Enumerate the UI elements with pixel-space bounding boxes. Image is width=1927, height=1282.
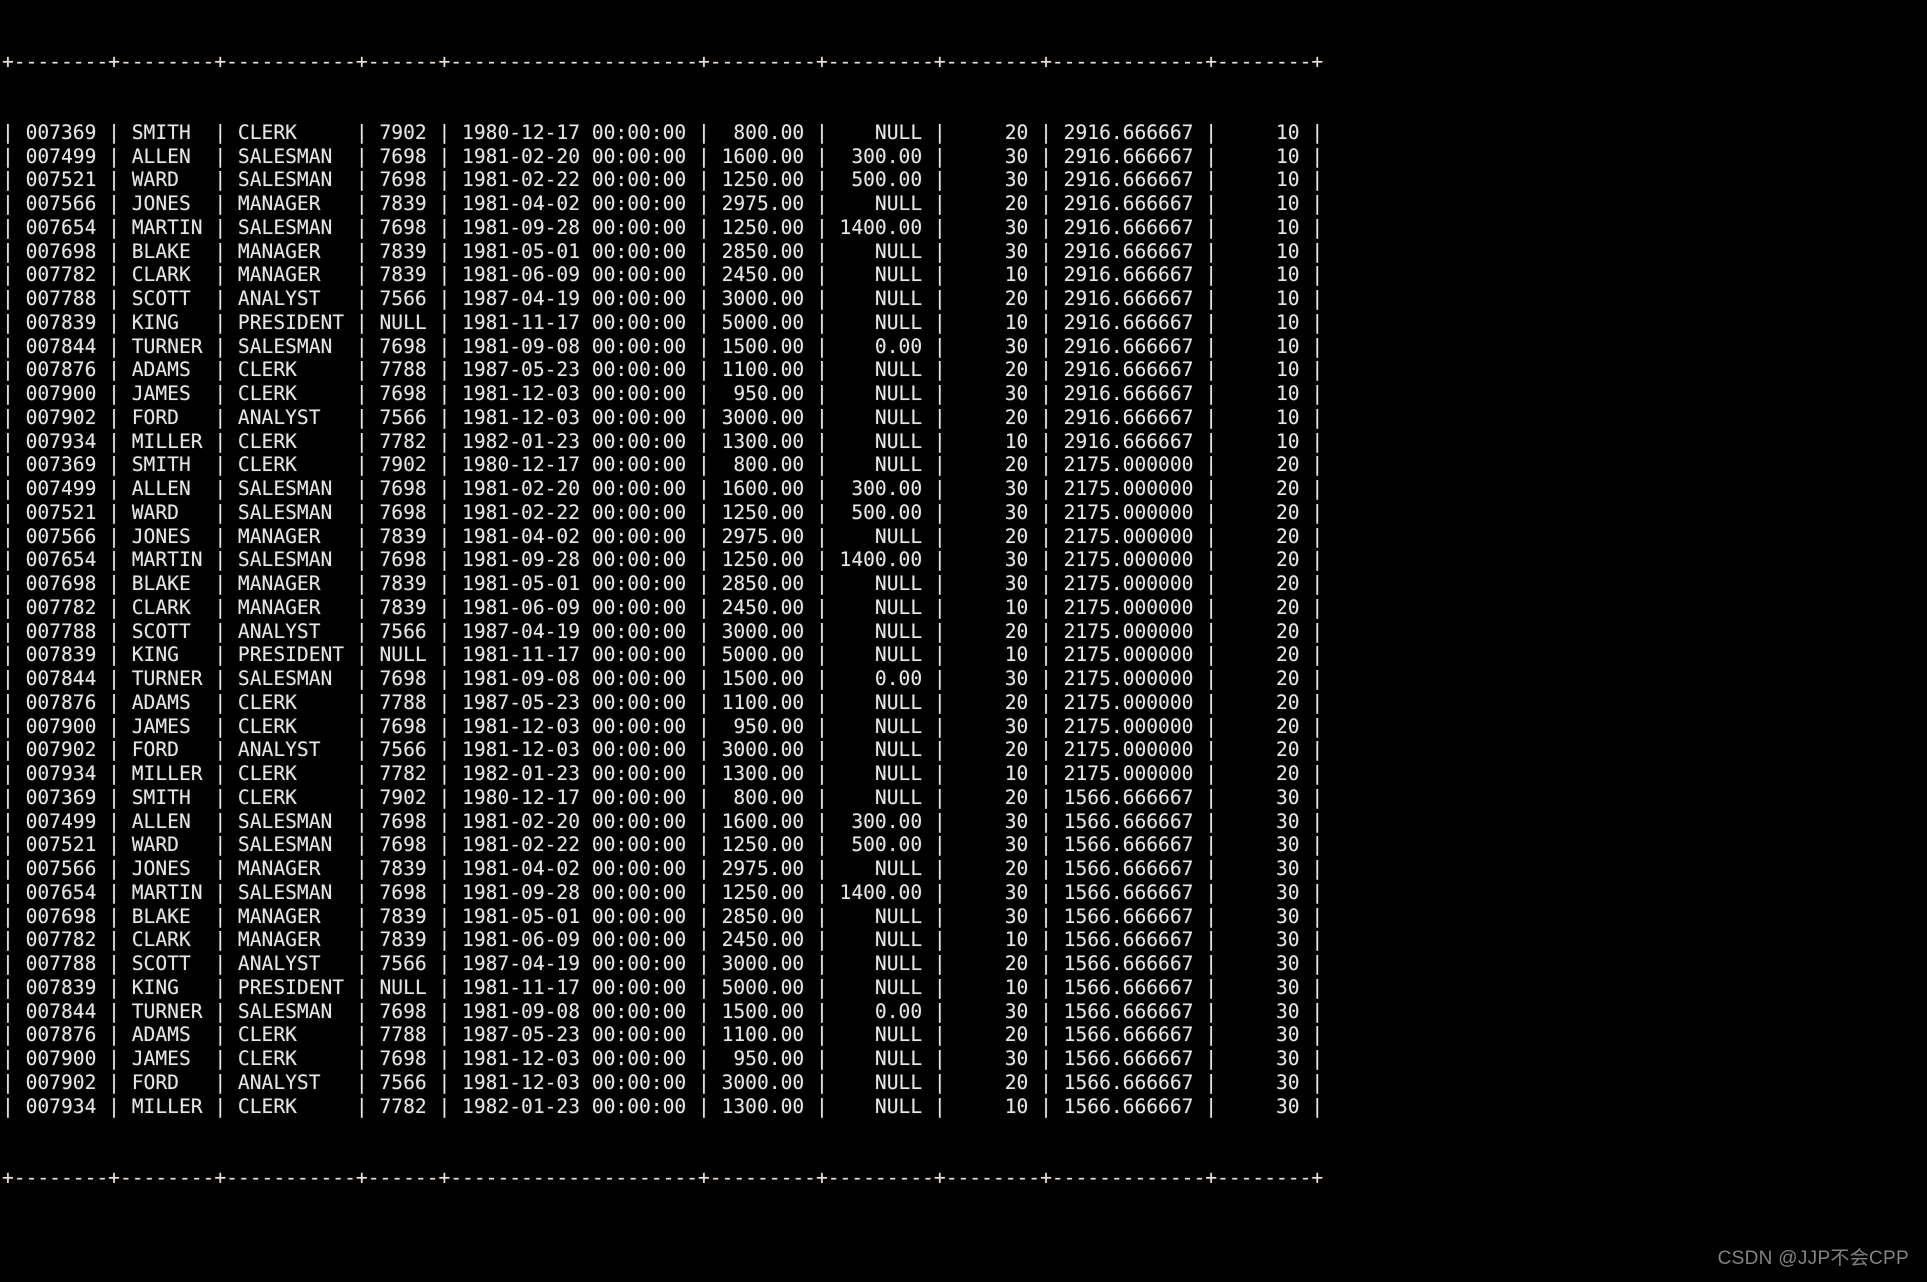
table-row: | 007499 | ALLEN | SALESMAN | 7698 | 198… <box>2 144 1324 168</box>
table-row: | 007788 | SCOTT | ANALYST | 7566 | 1987… <box>2 952 1324 975</box>
table-row: | 007934 | MILLER | CLERK | 7782 | 1982-… <box>2 762 1324 785</box>
table-row: | 007902 | FORD | ANALYST | 7566 | 1981-… <box>2 405 1324 429</box>
table-row: | 007499 | ALLEN | SALESMAN | 7698 | 198… <box>2 477 1324 500</box>
table-row: | 007521 | WARD | SALESMAN | 7698 | 1981… <box>2 500 1324 524</box>
table-row: | 007782 | CLARK | MANAGER | 7839 | 1981… <box>2 928 1324 952</box>
table-row: | 007499 | ALLEN | SALESMAN | 7698 | 198… <box>2 809 1324 833</box>
table-row: | 007876 | ADAMS | CLERK | 7788 | 1987-0… <box>2 690 1324 714</box>
table-row: | 007566 | JONES | MANAGER | 7839 | 1981… <box>2 857 1324 880</box>
table-row: | 007654 | MARTIN | SALESMAN | 7698 | 19… <box>2 880 1324 904</box>
table-row: | 007521 | WARD | SALESMAN | 7698 | 1981… <box>2 833 1324 857</box>
table-row: | 007844 | TURNER | SALESMAN | 7698 | 19… <box>2 999 1324 1023</box>
table-row: | 007698 | BLAKE | MANAGER | 7839 | 1981… <box>2 239 1324 263</box>
table-row: | 007844 | TURNER | SALESMAN | 7698 | 19… <box>2 667 1324 690</box>
table-rows: | 007369 | SMITH | CLERK | 7902 | 1980-1… <box>2 121 1323 1119</box>
sql-result-table: +--------+--------+-----------+------+--… <box>2 2 1323 1237</box>
table-row: | 007934 | MILLER | CLERK | 7782 | 1982-… <box>2 1094 1324 1118</box>
table-row: | 007698 | BLAKE | MANAGER | 7839 | 1981… <box>2 904 1324 928</box>
table-row: | 007844 | TURNER | SALESMAN | 7698 | 19… <box>2 334 1324 358</box>
table-separator-bottom: +--------+--------+-----------+------+--… <box>2 1165 1324 1189</box>
table-row: | 007839 | KING | PRESIDENT | NULL | 198… <box>2 643 1324 667</box>
terminal-window[interactable]: +--------+--------+-----------+------+--… <box>0 0 1927 1282</box>
table-separator-top: +--------+--------+-----------+------+--… <box>2 49 1324 73</box>
table-row: | 007782 | CLARK | MANAGER | 7839 | 1981… <box>2 263 1324 287</box>
table-row: | 007521 | WARD | SALESMAN | 7698 | 1981… <box>2 168 1324 192</box>
table-row: | 007876 | ADAMS | CLERK | 7788 | 1987-0… <box>2 1023 1324 1047</box>
table-row: | 007788 | SCOTT | ANALYST | 7566 | 1987… <box>2 287 1324 310</box>
table-row: | 007369 | SMITH | CLERK | 7902 | 1980-1… <box>2 120 1324 144</box>
table-row: | 007900 | JAMES | CLERK | 7698 | 1981-1… <box>2 714 1324 738</box>
table-row: | 007654 | MARTIN | SALESMAN | 7698 | 19… <box>2 548 1324 572</box>
table-row: | 007900 | JAMES | CLERK | 7698 | 1981-1… <box>2 382 1324 405</box>
table-row: | 007839 | KING | PRESIDENT | NULL | 198… <box>2 975 1324 999</box>
table-row: | 007934 | MILLER | CLERK | 7782 | 1982-… <box>2 429 1324 453</box>
table-row: | 007876 | ADAMS | CLERK | 7788 | 1987-0… <box>2 358 1324 382</box>
table-row: | 007839 | KING | PRESIDENT | NULL | 198… <box>2 310 1324 334</box>
table-row: | 007788 | SCOTT | ANALYST | 7566 | 1987… <box>2 619 1324 643</box>
table-row: | 007566 | JONES | MANAGER | 7839 | 1981… <box>2 524 1324 548</box>
table-row: | 007369 | SMITH | CLERK | 7902 | 1980-1… <box>2 785 1324 809</box>
table-row: | 007782 | CLARK | MANAGER | 7839 | 1981… <box>2 595 1324 619</box>
table-row: | 007902 | FORD | ANALYST | 7566 | 1981-… <box>2 738 1324 762</box>
csdn-watermark: CSDN @JJP不会CPP <box>1717 1248 1909 1269</box>
table-row: | 007900 | JAMES | CLERK | 7698 | 1981-1… <box>2 1047 1324 1070</box>
table-row: | 007698 | BLAKE | MANAGER | 7839 | 1981… <box>2 572 1324 595</box>
table-row: | 007566 | JONES | MANAGER | 7839 | 1981… <box>2 192 1324 215</box>
table-row: | 007369 | SMITH | CLERK | 7902 | 1980-1… <box>2 453 1324 477</box>
table-row: | 007902 | FORD | ANALYST | 7566 | 1981-… <box>2 1070 1324 1094</box>
table-row: | 007654 | MARTIN | SALESMAN | 7698 | 19… <box>2 215 1324 239</box>
